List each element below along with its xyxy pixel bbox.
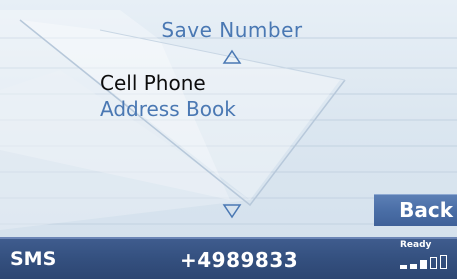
status-bar: SMS +4989833 Ready	[0, 237, 457, 279]
signal-bar	[430, 257, 437, 269]
status-ready-label: Ready	[400, 240, 432, 250]
signal-bar	[420, 260, 427, 269]
back-button[interactable]: Back	[374, 194, 457, 226]
signal-bar	[440, 255, 447, 269]
scroll-up-icon[interactable]	[222, 49, 242, 65]
page-title: Save Number	[161, 18, 303, 42]
signal-strength-icon	[400, 255, 456, 269]
scroll-down-icon[interactable]	[222, 203, 242, 219]
status-mode: SMS	[10, 248, 57, 270]
phone-number-display: +4989833	[180, 248, 299, 272]
phone-screen: Save Number Cell Phone Address Book Back…	[0, 0, 457, 279]
menu-item-address-book[interactable]: Address Book	[100, 97, 236, 121]
menu-item-cell-phone[interactable]: Cell Phone	[100, 71, 206, 95]
signal-bar	[400, 265, 407, 269]
signal-bar	[410, 264, 417, 269]
